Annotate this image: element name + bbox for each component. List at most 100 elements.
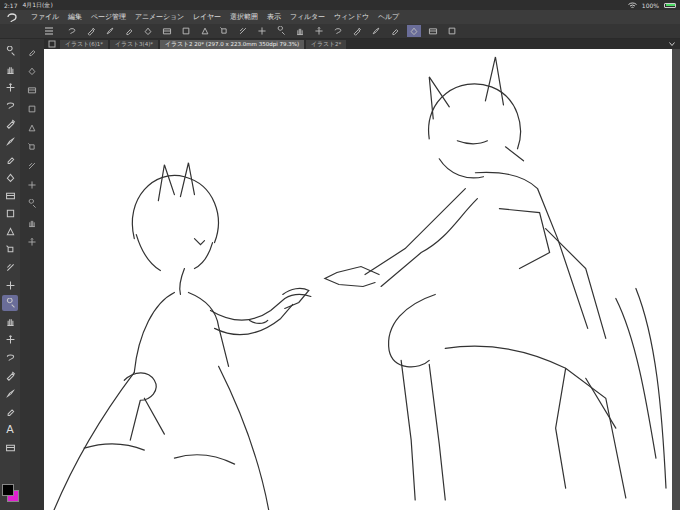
tool-button[interactable] [2,61,18,77]
document-tab[interactable]: イラスト2 20* (297.0 x 223.0mm 350dpi 79.3%) [160,40,304,49]
tool-button[interactable] [2,385,18,401]
tool-icon [5,334,16,345]
command-button[interactable] [331,25,345,37]
status-time: 2:17 [4,2,17,9]
command-button[interactable] [122,25,136,37]
sub-tool-button[interactable] [25,140,39,154]
tool-button[interactable] [2,295,18,311]
sub-tool-button[interactable] [25,178,39,192]
command-button[interactable] [388,25,402,37]
tool-button[interactable] [2,151,18,167]
tool-button[interactable] [2,115,18,131]
menu-item[interactable]: アニメーション [135,12,184,22]
text-tool-label: A [6,424,14,435]
tool-button[interactable] [2,205,18,221]
tool-button[interactable] [2,403,18,419]
chevron-down-icon[interactable] [668,40,676,48]
command-button[interactable] [84,25,98,37]
tool-button[interactable] [2,79,18,95]
document-tab[interactable]: イラスト3(4)* [110,40,158,49]
command-button[interactable] [274,25,288,37]
tool-icon [5,154,16,165]
command-button[interactable] [65,25,79,37]
sub-tool-button[interactable] [25,235,39,249]
command-button[interactable] [407,25,421,37]
menu-item[interactable]: 編集 [68,12,82,22]
clip-studio-window: 2:174月1日(金)100%ファイル編集ページ管理アニメーションレイヤー選択範… [0,0,680,510]
command-button[interactable] [369,25,383,37]
menu-item[interactable]: ウィンドウ [334,12,369,22]
menu-item[interactable]: ヘルプ [378,12,399,22]
sub-tool-icon [27,66,37,76]
drawing-canvas[interactable] [44,49,672,510]
command-button[interactable] [179,25,193,37]
command-button[interactable] [103,25,117,37]
tool-button[interactable] [2,349,18,365]
tool-button[interactable] [2,97,18,113]
sub-tool-button[interactable] [25,197,39,211]
sub-tool-button[interactable] [25,102,39,116]
command-icon [409,26,419,36]
command-button[interactable] [236,25,250,37]
tool-button[interactable] [2,223,18,239]
menu-toggle[interactable] [44,26,54,36]
command-button[interactable] [293,25,307,37]
menu-item[interactable]: ファイル [31,12,59,22]
command-button[interactable] [445,25,459,37]
command-icon [67,26,77,36]
tool-button[interactable] [2,331,18,347]
menu-item[interactable]: 選択範囲 [230,12,258,22]
command-button[interactable] [426,25,440,37]
command-button[interactable] [141,25,155,37]
tool-button[interactable] [2,187,18,203]
tool-icon [5,226,16,237]
sub-tool-button[interactable] [25,64,39,78]
menu-item[interactable]: ページ管理 [91,12,126,22]
sub-tool-button[interactable] [25,159,39,173]
command-button[interactable] [160,25,174,37]
tool-icon [5,208,16,219]
command-button[interactable] [255,25,269,37]
menu-item[interactable]: レイヤー [193,12,221,22]
sub-tool-icon [27,85,37,95]
wifi-icon [628,2,637,9]
command-button[interactable] [350,25,364,37]
command-bar [0,24,680,39]
tab-label: イラスト3(4)* [115,41,153,47]
document-tab[interactable]: イラスト(6)1* [60,40,108,49]
sub-tool-button[interactable] [25,216,39,230]
tool-button[interactable] [2,313,18,329]
tool-icon [5,46,16,57]
tool-icon [5,280,16,291]
tool-button[interactable] [2,43,18,59]
document-tab[interactable]: イラスト2* [306,40,346,49]
tool-button[interactable]: A [2,421,18,437]
tool-icon [5,100,16,111]
tool-button[interactable] [2,367,18,383]
menu-item[interactable]: 表示 [267,12,281,22]
command-icon [352,26,362,36]
command-button[interactable] [217,25,231,37]
tool-button[interactable] [2,133,18,149]
command-button[interactable] [312,25,326,37]
tool-button[interactable] [2,439,18,455]
command-button[interactable] [198,25,212,37]
tab-list-icon[interactable] [48,40,56,48]
tool-button[interactable] [2,259,18,275]
tool-button[interactable] [2,169,18,185]
sub-tool-icon [27,104,37,114]
command-icon [333,26,343,36]
command-icon [295,26,305,36]
sub-tool-button[interactable] [25,45,39,59]
menu-item[interactable]: フィルター [290,12,325,22]
tab-label: イラスト2* [311,41,341,47]
sub-tool-icon [27,218,37,228]
app-logo-icon[interactable] [6,12,18,22]
sub-tool-button[interactable] [25,83,39,97]
tool-button[interactable] [2,277,18,293]
color-swatch[interactable] [2,484,14,496]
command-icon [314,26,324,36]
tool-button[interactable] [2,241,18,257]
sub-tool-button[interactable] [25,121,39,135]
tool-icon [5,136,16,147]
